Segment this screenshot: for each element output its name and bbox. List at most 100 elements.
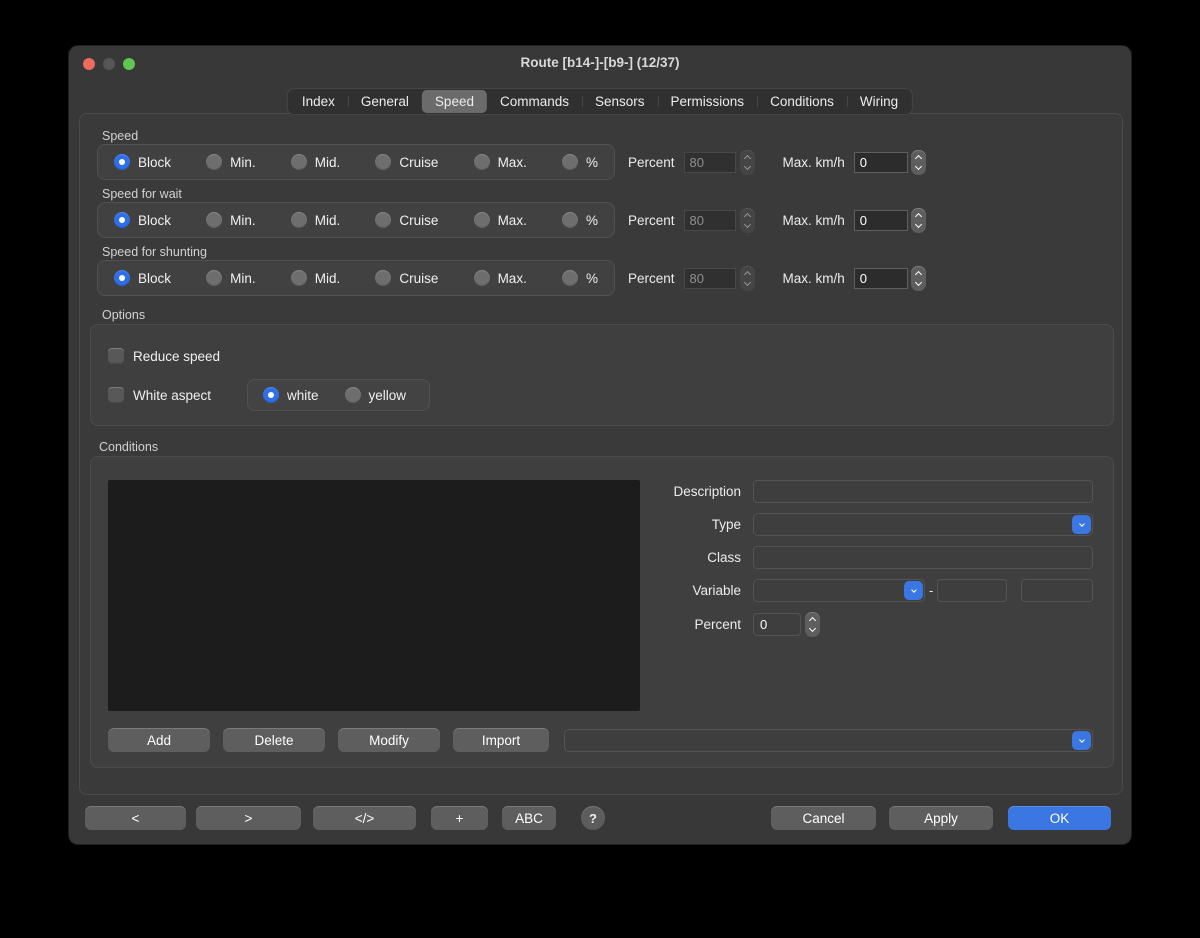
radio-aspect-yellow[interactable]: yellow [345, 387, 407, 403]
speed-percent-input [684, 152, 736, 173]
shunting-percent-stepper [740, 266, 755, 291]
reduce-speed-label: Reduce speed [133, 349, 220, 364]
radio-speed-block[interactable]: Block [114, 154, 171, 170]
wait-max-kmh-input[interactable] [854, 210, 908, 231]
chevron-down-icon [915, 162, 922, 169]
chevron-down-icon [743, 220, 750, 227]
shunting-max-kmh-input[interactable] [854, 268, 908, 289]
chevron-down-icon [911, 587, 917, 593]
condition-percent-stepper[interactable] [805, 612, 820, 637]
dropdown-button[interactable] [1072, 515, 1091, 534]
percent-label: Percent [628, 271, 675, 286]
dropdown-button[interactable] [904, 581, 923, 600]
tab-speed[interactable]: Speed [422, 90, 487, 113]
tab-index[interactable]: Index [289, 90, 348, 113]
shunting-max-kmh-stepper[interactable] [911, 266, 926, 291]
speed-max-kmh-stepper[interactable] [911, 150, 926, 175]
radio-speed-percent[interactable]: % [562, 154, 598, 170]
tab-permissions[interactable]: Permissions [658, 90, 758, 113]
radio-icon [291, 154, 307, 170]
radio-wait-block[interactable]: Block [114, 212, 171, 228]
tab-commands[interactable]: Commands [487, 90, 582, 113]
type-dropdown[interactable] [753, 513, 1093, 536]
radio-shunting-percent[interactable]: % [562, 270, 598, 286]
white-aspect-label: White aspect [133, 388, 211, 403]
radio-shunting-mid[interactable]: Mid. [291, 270, 341, 286]
chevron-down-icon [743, 162, 750, 169]
description-label: Description [651, 484, 741, 499]
type-label: Type [651, 517, 741, 532]
next-route-button[interactable]: > [196, 806, 301, 830]
chevron-up-icon [915, 270, 922, 277]
radio-wait-mid[interactable]: Mid. [291, 212, 341, 228]
condition-percent-input[interactable] [753, 613, 801, 636]
abc-button[interactable]: ABC [502, 806, 556, 830]
tab-sensors[interactable]: Sensors [582, 90, 658, 113]
chevron-up-icon [743, 154, 750, 161]
route-dialog-window: Route [b14-]-[b9-] (12/37) Index General… [68, 45, 1132, 845]
radio-wait-cruise[interactable]: Cruise [375, 212, 438, 228]
title-bar[interactable]: Route [b14-]-[b9-] (12/37) [69, 46, 1131, 82]
radio-speed-max[interactable]: Max. [474, 154, 527, 170]
radio-shunting-cruise[interactable]: Cruise [375, 270, 438, 286]
radio-shunting-min[interactable]: Min. [206, 270, 256, 286]
reduce-speed-checkbox[interactable] [108, 348, 124, 364]
section-label-conditions: Conditions [99, 440, 158, 454]
conditions-bottom-dropdown[interactable] [564, 729, 1093, 752]
max-kmh-label: Max. km/h [783, 213, 845, 228]
cancel-button[interactable]: Cancel [771, 806, 876, 830]
tab-conditions[interactable]: Conditions [757, 90, 847, 113]
variable-dropdown[interactable] [753, 579, 925, 602]
radio-icon [375, 270, 391, 286]
description-input[interactable] [753, 480, 1093, 503]
radio-wait-percent[interactable]: % [562, 212, 598, 228]
chevron-up-icon [743, 270, 750, 277]
radio-speed-cruise[interactable]: Cruise [375, 154, 438, 170]
radio-selected-icon [114, 154, 130, 170]
speed-shunting-radio-group: Block Min. Mid. Cruise Max. % [97, 260, 615, 296]
radio-wait-min[interactable]: Min. [206, 212, 256, 228]
add-route-button[interactable]: + [431, 806, 488, 830]
speed-wait-radio-group: Block Min. Mid. Cruise Max. % [97, 202, 615, 238]
chevron-down-icon [809, 625, 816, 632]
tab-general[interactable]: General [348, 90, 422, 113]
delete-button[interactable]: Delete [223, 728, 325, 752]
import-button[interactable]: Import [453, 728, 549, 752]
radio-icon [206, 270, 222, 286]
variable-to-input[interactable] [1021, 579, 1093, 602]
conditions-group: Description Type Class Variable - [90, 456, 1114, 768]
prev-route-button[interactable]: < [85, 806, 186, 830]
radio-speed-mid[interactable]: Mid. [291, 154, 341, 170]
radio-icon [474, 154, 490, 170]
xml-button[interactable]: </> [313, 806, 416, 830]
radio-aspect-white[interactable]: white [263, 387, 319, 403]
modify-button[interactable]: Modify [338, 728, 440, 752]
radio-shunting-block[interactable]: Block [114, 270, 171, 286]
variable-from-input[interactable] [937, 579, 1007, 602]
percent-label: Percent [628, 155, 675, 170]
wait-max-kmh-stepper[interactable] [911, 208, 926, 233]
radio-selected-icon [114, 212, 130, 228]
variable-range-separator: - [929, 583, 933, 598]
tab-wiring[interactable]: Wiring [847, 90, 911, 113]
tab-bar: Index General Speed Commands Sensors Per… [287, 88, 913, 115]
section-label-speed: Speed [102, 129, 138, 143]
radio-wait-max[interactable]: Max. [474, 212, 527, 228]
radio-speed-min[interactable]: Min. [206, 154, 256, 170]
radio-icon [291, 270, 307, 286]
class-input[interactable] [753, 546, 1093, 569]
radio-shunting-max[interactable]: Max. [474, 270, 527, 286]
ok-button[interactable]: OK [1008, 806, 1111, 830]
conditions-list[interactable] [108, 480, 640, 711]
radio-icon [474, 212, 490, 228]
add-button[interactable]: Add [108, 728, 210, 752]
variable-label: Variable [651, 583, 741, 598]
chevron-up-icon [915, 212, 922, 219]
chevron-down-icon [915, 278, 922, 285]
speed-max-kmh-input[interactable] [854, 152, 908, 173]
apply-button[interactable]: Apply [889, 806, 993, 830]
speed-tab-panel: Speed Block Min. Mid. Cruise Max. % Perc… [79, 113, 1123, 795]
dropdown-button[interactable] [1072, 731, 1091, 750]
help-button[interactable]: ? [581, 806, 605, 830]
white-aspect-checkbox[interactable] [108, 387, 124, 403]
